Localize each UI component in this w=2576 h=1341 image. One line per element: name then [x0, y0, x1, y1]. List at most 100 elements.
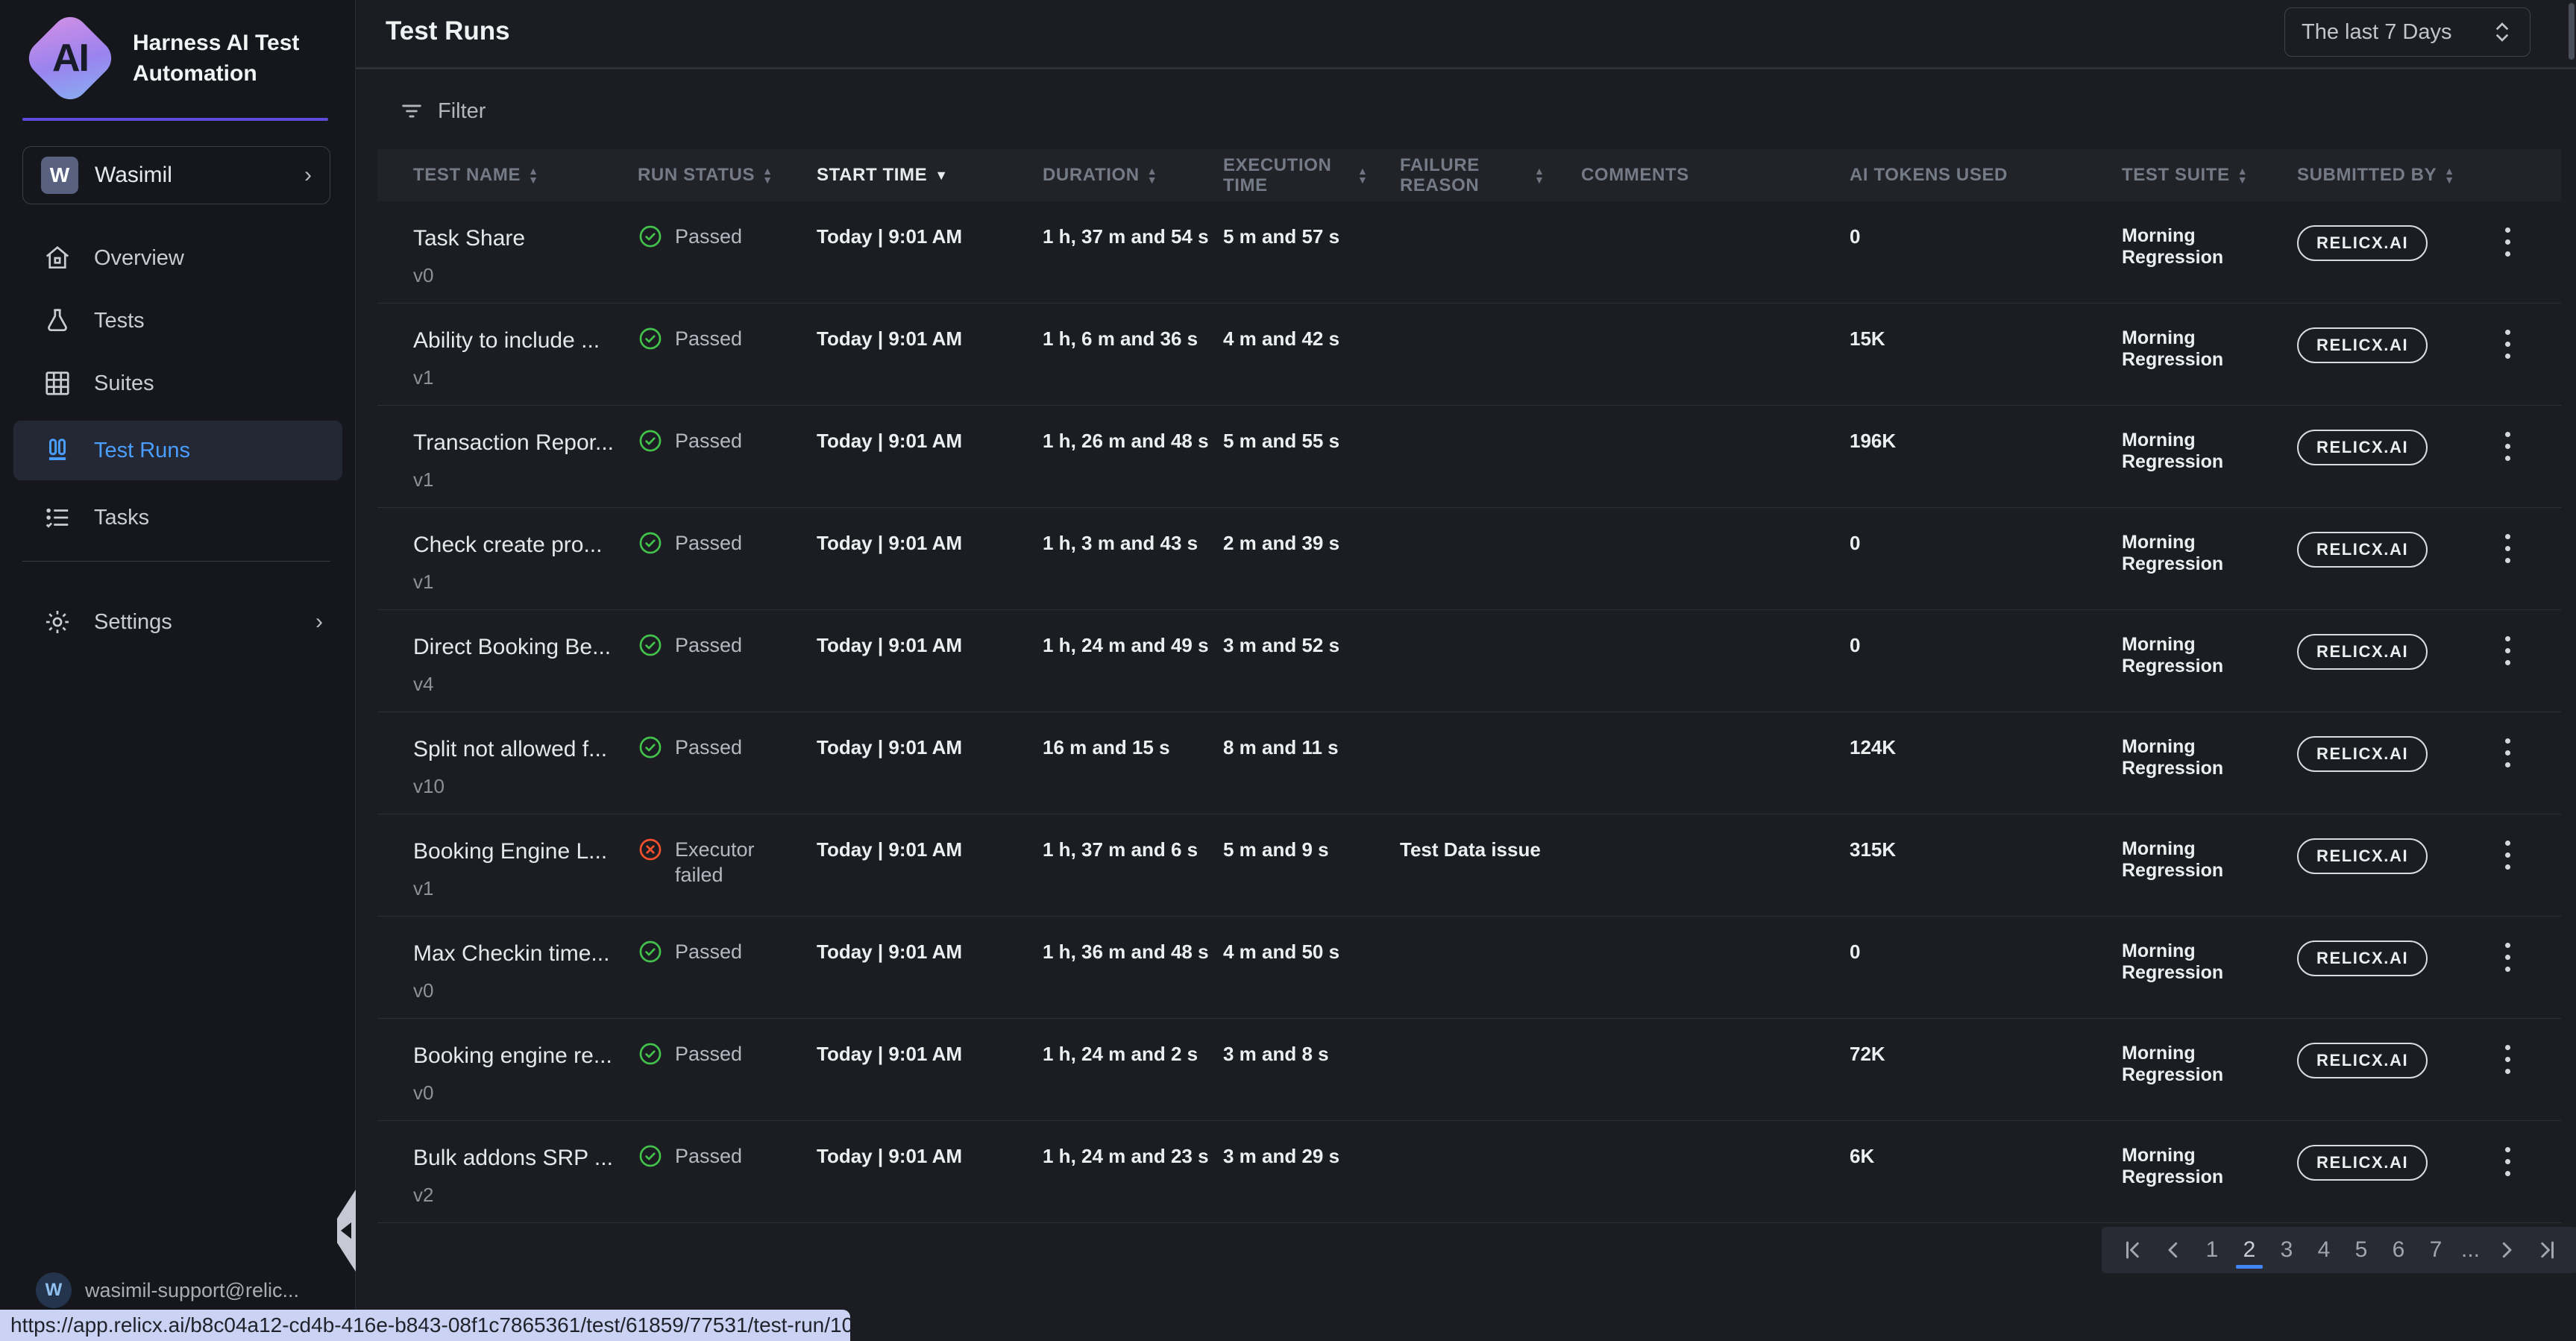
collapse-arrow-icon — [341, 1222, 351, 1239]
test-name-link[interactable]: Transaction Repor... — [413, 430, 638, 456]
page-button-4[interactable]: 4 — [2309, 1231, 2339, 1269]
sidebar-item-tests[interactable]: Tests — [13, 295, 342, 346]
submitted-by-badge: RELICX.AI — [2297, 634, 2428, 670]
date-range-select[interactable]: The last 7 Days — [2284, 7, 2531, 57]
test-name-link[interactable]: Max Checkin time... — [413, 940, 638, 967]
date-range-value: The last 7 Days — [2302, 20, 2491, 45]
row-kebab-menu-button[interactable] — [2491, 1038, 2524, 1080]
test-name-link[interactable]: Direct Booking Be... — [413, 634, 638, 661]
row-kebab-menu-button[interactable] — [2491, 1140, 2524, 1182]
sidebar-item-label: Tasks — [94, 506, 149, 530]
column-header-ai_tokens_used[interactable]: AI TOKENS USED — [1850, 165, 2122, 186]
kebab-dot — [2505, 546, 2510, 551]
row-kebab-menu-button[interactable] — [2491, 629, 2524, 671]
next-page-button[interactable] — [2490, 1231, 2523, 1269]
page-button-1[interactable]: 1 — [2197, 1231, 2227, 1269]
run-status-text: Passed — [675, 326, 742, 351]
page-button-2[interactable]: 2 — [2234, 1231, 2264, 1269]
run-status-text: Passed — [675, 1143, 742, 1169]
first-page-button[interactable] — [2117, 1231, 2149, 1269]
column-header-comments[interactable]: COMMENTS — [1581, 165, 1850, 186]
page-button-7[interactable]: 7 — [2421, 1231, 2451, 1269]
cell-test-name: Bulk addons SRP ...v2 — [377, 1121, 638, 1222]
cell-failure-reason — [1400, 1019, 1581, 1120]
column-header-test_suite[interactable]: TEST SUITE▲▼ — [2122, 165, 2297, 186]
cell-test-name: Max Checkin time...v0 — [377, 917, 638, 1018]
sort-arrows-icon[interactable]: ▲▼ — [1357, 166, 1368, 184]
sort-arrows-icon[interactable]: ▲▼ — [1534, 166, 1545, 184]
column-header-execution_time[interactable]: EXECUTION TIME▲▼ — [1223, 155, 1400, 195]
settings-label: Settings — [94, 610, 172, 635]
first-page-button-glyph — [2122, 1239, 2144, 1261]
sidebar: AI Harness AI Test Automation W Wasimil … — [0, 0, 356, 1341]
column-header-label: AI TOKENS USED — [1850, 165, 2008, 186]
sort-arrows-icon[interactable]: ▲▼ — [762, 166, 773, 184]
table-row: Ability to include ...v1PassedToday | 9:… — [377, 304, 2561, 406]
cell-ai-tokens-value: 196K — [1850, 430, 1896, 452]
cell-execution-time-value: 5 m and 55 s — [1223, 430, 1339, 452]
cell-execution-time: 4 m and 50 s — [1223, 917, 1400, 1018]
row-kebab-menu-button[interactable] — [2491, 425, 2524, 467]
test-name-link[interactable]: Task Share — [413, 225, 638, 252]
page-button-6[interactable]: 6 — [2384, 1231, 2413, 1269]
test-name-link[interactable]: Ability to include ... — [413, 327, 638, 354]
test-name-link[interactable]: Bulk addons SRP ... — [413, 1145, 638, 1172]
kebab-dot — [2505, 342, 2510, 347]
workspace-selector[interactable]: W Wasimil › — [22, 146, 330, 204]
select-chevrons-icon — [2491, 19, 2513, 45]
test-name-link[interactable]: Check create pro... — [413, 532, 638, 559]
sidebar-item-label: Tests — [94, 309, 145, 333]
column-header-submitted_by[interactable]: SUBMITTED BY▲▼ — [2297, 165, 2491, 186]
test-version: v0 — [413, 1081, 638, 1105]
test-name-link[interactable]: Booking Engine L... — [413, 838, 638, 865]
test-name-link[interactable]: Split not allowed f... — [413, 736, 638, 763]
sort-desc-icon[interactable]: ▼ — [934, 168, 948, 183]
scrollbar-thumb[interactable] — [2569, 3, 2575, 60]
previous-page-button[interactable] — [2157, 1231, 2190, 1269]
test-name-link[interactable]: Booking engine re... — [413, 1043, 638, 1070]
cell-test-name: Ability to include ...v1 — [377, 304, 638, 405]
sort-arrows-icon[interactable]: ▲▼ — [528, 166, 538, 184]
column-header-status[interactable]: RUN STATUS▲▼ — [638, 165, 817, 186]
column-header-failure_reason[interactable]: FAILURE REASON▲▼ — [1400, 155, 1581, 195]
sort-arrows-icon[interactable]: ▲▼ — [1147, 166, 1157, 184]
cell-ai-tokens-value: 315K — [1850, 838, 1896, 861]
row-kebab-menu-button[interactable] — [2491, 323, 2524, 365]
user-account[interactable]: W wasimil-support@relic... — [36, 1272, 299, 1308]
cell-run-status: Passed — [638, 712, 817, 814]
row-kebab-menu-button[interactable] — [2491, 834, 2524, 876]
sidebar-item-overview[interactable]: Overview — [13, 233, 342, 283]
cell-test-suite: Morning Regression — [2122, 814, 2297, 916]
column-header-name[interactable]: TEST NAME▲▼ — [377, 165, 638, 186]
kebab-dot — [2505, 432, 2510, 437]
cell-run-status: Passed — [638, 406, 817, 507]
column-header-start_time[interactable]: START TIME▼ — [817, 165, 1043, 186]
column-header-duration[interactable]: DURATION▲▼ — [1043, 165, 1223, 186]
sort-arrows-icon[interactable]: ▲▼ — [2237, 166, 2248, 184]
row-kebab-menu-button[interactable] — [2491, 221, 2524, 263]
cell-comments — [1581, 610, 1850, 712]
last-page-button[interactable] — [2531, 1231, 2563, 1269]
test-suite-value: Morning Regression — [2122, 634, 2223, 676]
row-kebab-menu-button[interactable] — [2491, 936, 2524, 978]
filter-button[interactable]: Filter — [399, 98, 486, 124]
row-kebab-menu-button[interactable] — [2491, 732, 2524, 773]
cell-submitted-by: RELICX.AI — [2297, 1121, 2491, 1222]
test-suite-value: Morning Regression — [2122, 1145, 2223, 1187]
run-status-text: Passed — [675, 224, 742, 249]
cell-execution-time: 4 m and 42 s — [1223, 304, 1400, 405]
filter-label: Filter — [438, 99, 486, 124]
kebab-dot — [2505, 1057, 2510, 1062]
sort-arrows-icon[interactable]: ▲▼ — [2444, 166, 2454, 184]
sidebar-item-suites[interactable]: Suites — [13, 358, 342, 409]
page-button-5[interactable]: 5 — [2346, 1231, 2376, 1269]
row-kebab-menu-button[interactable] — [2491, 527, 2524, 569]
sidebar-item-settings[interactable]: Settings › — [13, 597, 342, 647]
cell-start-time: Today | 9:01 AM — [817, 201, 1043, 303]
cell-execution-time: 8 m and 11 s — [1223, 712, 1400, 814]
sidebar-item-tasks[interactable]: Tasks — [13, 492, 342, 543]
page-button-3[interactable]: 3 — [2272, 1231, 2302, 1269]
sidebar-item-test-runs[interactable]: Test Runs — [13, 421, 342, 480]
test-version: v1 — [413, 468, 638, 492]
cell-failure-reason — [1400, 1121, 1581, 1222]
